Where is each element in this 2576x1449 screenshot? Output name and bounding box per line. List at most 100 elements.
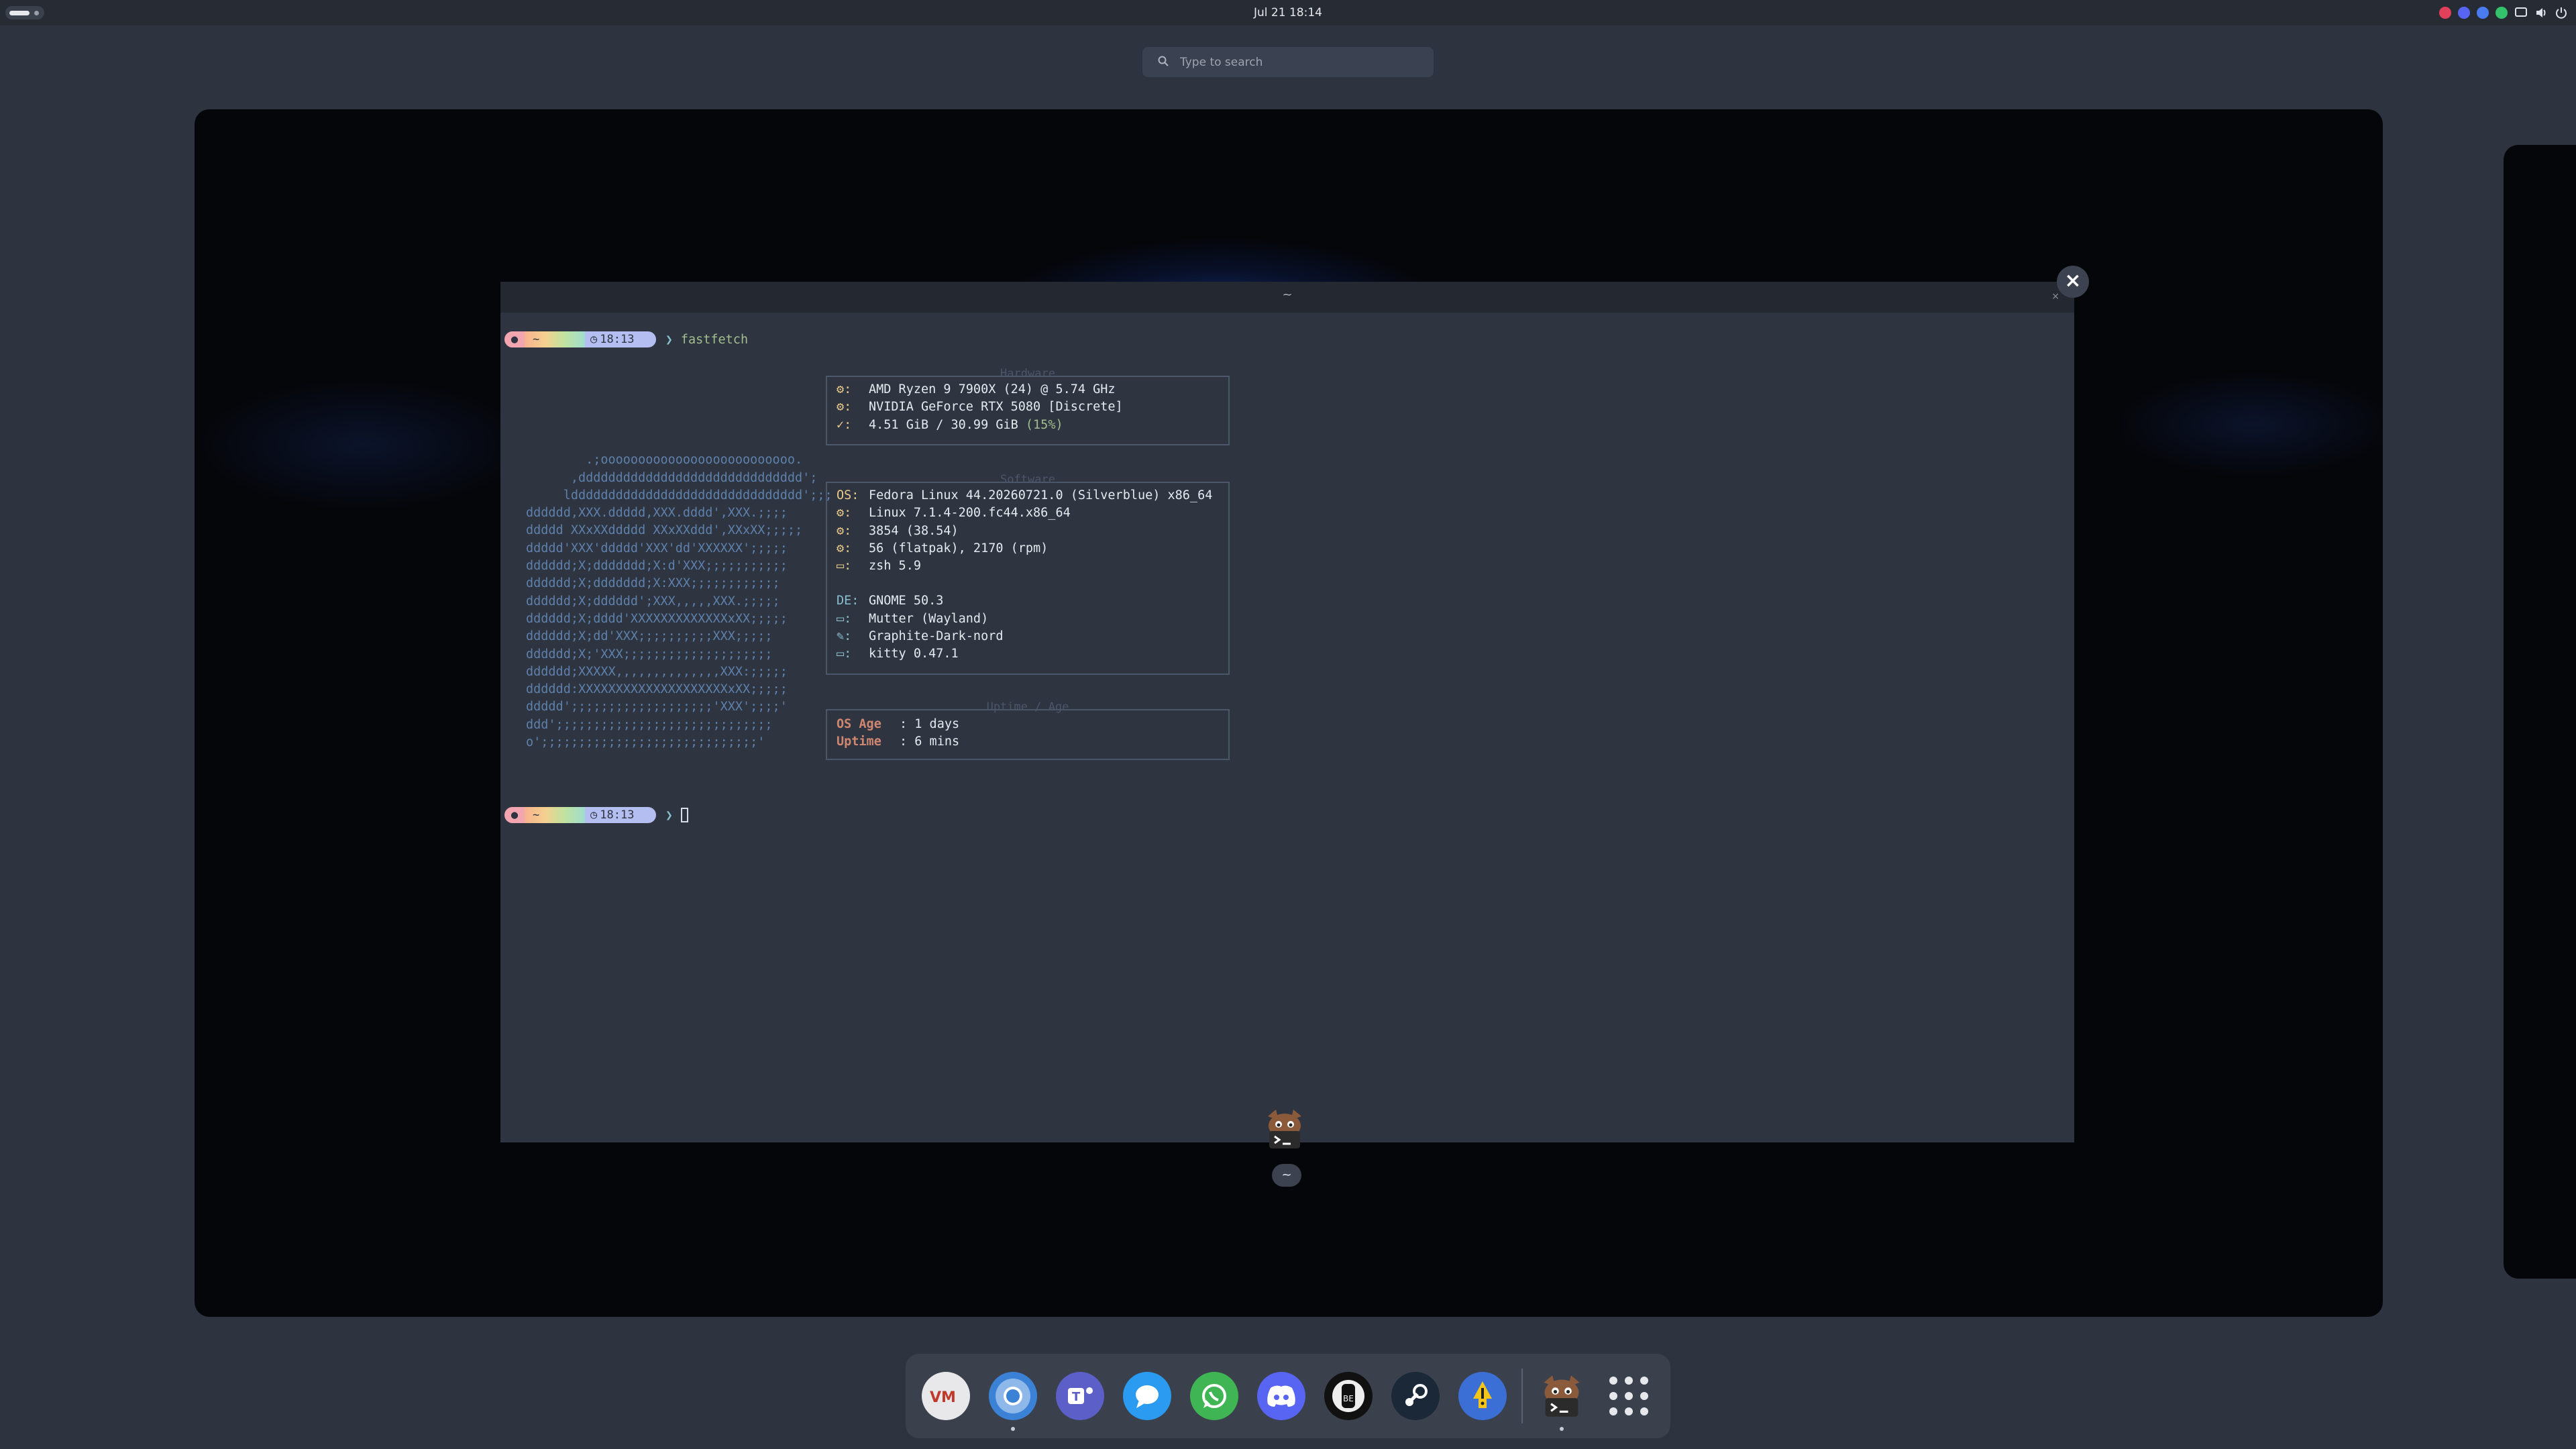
theme-row: ✎: Graphite-Dark-nord [827,628,1228,645]
theme-icon: ✎: [837,629,852,644]
terminal-icon: ▭: [837,647,852,661]
top-bar: Jul 21 18:14 [0,0,2576,25]
power-icon[interactable] [2555,6,2568,19]
kernel-icon: ⚙: [837,506,852,521]
uptime-count-row: ⚙: 3854 (38.54) [827,523,1228,540]
search-bar[interactable] [1142,47,1434,77]
hardware-caption: Hardware [1000,367,1055,380]
volume-icon[interactable] [2534,7,2548,19]
memory-value: 4.51 GiB / 30.99 GiB [869,417,1026,432]
chat-icon[interactable] [2477,7,2489,19]
logo-line: dddddd;X;dd'XXX;;;;;;;;;;XXX;;;;; [526,629,773,644]
vmware-icon[interactable]: VM [922,1372,970,1420]
logo-line: dddddd;X;'XXX;;;;;;;;;;;;;;;;;;;; [526,647,773,661]
active-workspace-pill [9,11,30,15]
os-age-row: OS Age : 1 days [827,716,1228,733]
prompt-time-segment: ◷ 18:13 [585,807,656,823]
svg-text:VM: VM [930,1389,956,1406]
software-caption: Software [1000,473,1055,486]
dock: VM T BE [906,1354,1670,1438]
prompt-arrow: ❯ [665,332,673,347]
logo-line: dddddd;X;ddddddd;X:d'XXX;;;;;;;;;;; [526,559,788,574]
de-row: DE: GNOME 50.3 [827,592,1228,610]
memory-percent: (15%) [1025,417,1063,432]
search-input[interactable] [1179,54,1407,70]
logo-line: o';;;;;;;;;;;;;;;;;;;;;;;;;;;;;' [526,735,765,750]
wm-value: Mutter (Wayland) [869,611,989,626]
terminal-row: ▭: kitty 0.47.1 [827,645,1228,663]
os-row: OS: Fedora Linux 44.20260721.0 (Silverbl… [827,487,1228,504]
terminal-close-icon[interactable]: × [2051,291,2059,302]
logo-line: ddddd';;;;;;;;;;;;;;;;;;;'XXX';;;;' [526,700,788,714]
prompt-line[interactable]: ● ~ ◷ 18:13 ❯ [504,806,688,824]
svg-text:BE: BE [1343,1394,1354,1403]
software-box: Software OS: Fedora Linux 44.20260721.0 … [826,473,1230,675]
app-grid-icon[interactable] [1605,1372,1653,1420]
heroic-icon[interactable]: BE [1324,1372,1373,1420]
cpu-value: AMD Ryzen 9 7900X (24) @ 5.74 GHz [869,382,1116,396]
shell-value: zsh 5.9 [869,559,921,574]
terminal-value: kitty 0.47.1 [869,647,959,661]
packages-value: 56 (flatpak), 2170 (rpm) [869,541,1049,555]
window-label: ~ [1272,1164,1301,1187]
prompt-time: 18:13 [600,333,635,346]
workspace-dot [34,11,39,15]
fedora-icon: ● [504,807,525,823]
prompt-line: ● ~ ◷ 18:13 ❯ fastfetch [504,331,748,348]
steam-icon[interactable] [1391,1372,1440,1420]
kernel-row: ⚙: Linux 7.1.4-200.fc44.x86_64 [827,504,1228,522]
uptime-label: Uptime [837,735,881,749]
whatsapp-icon[interactable] [1190,1372,1238,1420]
text-cursor[interactable] [680,808,688,822]
theme-value: Graphite-Dark-nord [869,629,1004,644]
clock[interactable]: Jul 21 18:14 [1221,4,1355,21]
record-icon[interactable] [2439,7,2451,19]
os-age-value: : 1 days [900,717,960,731]
count-value: 3854 (38.54) [869,523,959,538]
uptime-caption: Uptime / Age [986,700,1069,714]
packages-icon: ⚙: [837,541,852,555]
de-label: DE: [837,594,859,608]
terminal-title: ~ [500,282,2074,313]
uptime-box: Uptime / Age OS Age : 1 days Uptime : 6 … [826,700,1230,760]
svg-text:T: T [1072,1390,1081,1404]
kitty-icon[interactable] [1263,1107,1307,1151]
logo-line: ddddd XXxXXddddd XXxXXddd',XXxXX;;;;; [526,523,803,538]
gpu-icon: ⚙: [837,400,852,415]
packages-row: ⚙: 56 (flatpak), 2170 (rpm) [827,540,1228,557]
wm-row: ▭: Mutter (Wayland) [827,610,1228,628]
clock-icon: ◷ [590,808,598,822]
teams-icon[interactable]: T [1056,1372,1104,1420]
dock-separator [1521,1368,1523,1424]
window-close-button[interactable]: × [2057,266,2089,298]
warning-app-icon[interactable] [1458,1372,1507,1420]
screen-icon[interactable] [2514,7,2528,19]
os-value: Fedora Linux 44.20260721.0 (Silverblue) … [869,488,1213,502]
gpu-row: ⚙: NVIDIA GeForce RTX 5080 [Discrete] [827,398,1228,416]
discord-icon[interactable] [1257,1372,1305,1420]
kernel-value: Linux 7.1.4-200.fc44.x86_64 [869,506,1071,521]
activities-indicator[interactable] [5,6,44,19]
prompt-dir: ~ [525,807,585,823]
hardware-box: Hardware ⚙: AMD Ryzen 9 7900X (24) @ 5.7… [826,367,1230,445]
fedora-icon: ● [504,331,525,347]
kitty-icon[interactable] [1538,1372,1586,1431]
terminal-window[interactable]: ~ × ● ~ ◷ 18:13 ❯ fastfetch .;oooooooooo… [500,282,2074,1142]
search-icon [1157,55,1169,70]
logo-line: dddddd;X;dddd'XXXXXXXXXXXXXxXX;;;;; [526,611,788,626]
gpu-value: NVIDIA GeForce RTX 5080 [Discrete] [869,400,1123,415]
prompt-command: fastfetch [680,332,749,347]
system-tray[interactable] [2439,5,2568,21]
memory-icon: ✓: [837,417,852,432]
shell-icon: ▭: [837,559,852,574]
whatsapp-icon[interactable] [2496,7,2508,19]
discord-icon[interactable] [2458,7,2470,19]
wallpaper-glow [195,378,530,512]
logo-line: dddddd;XXXXX,,,,,,,,,,,,,,XXX:;;;;; [526,664,788,679]
next-workspace-preview[interactable] [2504,145,2576,1279]
messages-icon[interactable] [1123,1372,1171,1420]
de-value: GNOME 50.3 [869,594,944,608]
prompt-dir: ~ [525,331,585,347]
memory-row: ✓: 4.51 GiB / 30.99 GiB (15%) [827,417,1228,434]
chromium-icon[interactable] [989,1372,1037,1431]
